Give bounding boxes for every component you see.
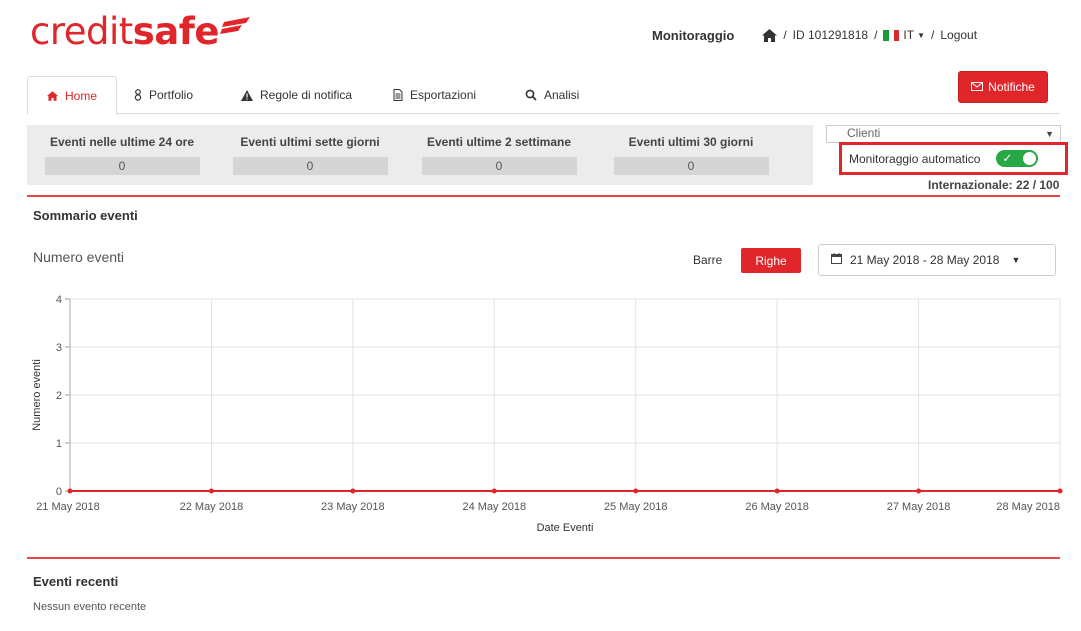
- logo-swoosh-icon: [219, 17, 250, 34]
- x-axis-label: Date Eventi: [537, 522, 594, 534]
- x-tick-label: 28 May 2018: [996, 501, 1060, 513]
- recent-events-empty: Nessun evento recente: [33, 601, 147, 613]
- data-point: [208, 488, 214, 494]
- logout-link[interactable]: Logout: [940, 28, 977, 42]
- notifications-button[interactable]: Notifiche: [958, 71, 1048, 103]
- event-stats-panel: Eventi nelle ultime 24 ore 0 Eventi ulti…: [27, 125, 813, 185]
- tab-analisi[interactable]: Analisi: [513, 76, 591, 114]
- auto-monitoring-toggle-box: Monitoraggio automatico ✓: [839, 142, 1068, 175]
- envelope-icon: [971, 80, 984, 94]
- x-tick-label: 26 May 2018: [745, 501, 809, 513]
- lines-view-button[interactable]: Righe: [741, 248, 801, 273]
- language-selector[interactable]: IT ▼: [883, 28, 925, 42]
- home-icon: [46, 90, 58, 101]
- events-line-chart: 0 1 2 3 4 21 May 2018 22 May 2018 23 May 2018 24…: [31, 294, 1063, 534]
- language-label: IT: [903, 28, 915, 42]
- clienti-selected: Clienti: [847, 126, 881, 140]
- calendar-icon: [831, 253, 842, 267]
- warning-icon: [241, 89, 253, 101]
- tab-label: Regole di notifica: [260, 88, 353, 102]
- y-tick-label: 0: [56, 486, 62, 498]
- account-id: ID 101291818: [792, 28, 869, 42]
- data-point: [491, 488, 497, 494]
- tab-home[interactable]: Home: [27, 76, 117, 115]
- tab-label: Home: [64, 88, 97, 103]
- tab-regole-di-notifica[interactable]: Regole di notifica: [229, 76, 364, 114]
- date-range-picker[interactable]: 21 May 2018 - 28 May 2018 ▼: [818, 244, 1056, 276]
- y-tick-label: 4: [56, 294, 62, 306]
- x-tick-label: 23 May 2018: [321, 501, 385, 513]
- home-icon[interactable]: [762, 28, 778, 42]
- main-tabs: Home Portfolio Regole di notifica Esport…: [27, 76, 1060, 115]
- stat-value: 0: [44, 157, 200, 175]
- stat-label: Eventi ultime 2 settimane: [426, 135, 572, 149]
- stat-24h: Eventi nelle ultime 24 ore 0: [37, 135, 207, 175]
- stat-2w: Eventi ultime 2 settimane 0: [414, 135, 584, 175]
- check-icon: ✓: [1002, 151, 1013, 165]
- section-monitoraggio[interactable]: Monitoraggio: [652, 28, 734, 43]
- top-navigation: Monitoraggio / ID 101291818 / IT ▼ / Log…: [652, 26, 977, 44]
- logo-text: creditsafe: [30, 10, 219, 53]
- data-point: [633, 488, 639, 494]
- events-chart: 0 1 2 3 4 21 May 2018 22 May 2018 23 May 2018 24…: [0, 285, 1081, 545]
- caret-down-icon: ▼: [1045, 129, 1054, 139]
- creditsafe-logo[interactable]: creditsafe: [30, 10, 254, 58]
- italy-flag-icon: [883, 29, 900, 41]
- stat-value: 0: [421, 157, 577, 175]
- stat-label: Eventi ultimi sette giorni: [240, 135, 380, 149]
- tab-label: Esportazioni: [410, 88, 477, 102]
- caret-down-icon: ▼: [1011, 255, 1021, 265]
- y-tick-label: 3: [56, 342, 62, 354]
- divider: [27, 557, 1060, 559]
- chart-title: Numero eventi: [33, 249, 125, 265]
- tab-esportazioni[interactable]: Esportazioni: [381, 76, 488, 114]
- divider: [27, 195, 1060, 197]
- separator: /: [783, 28, 787, 42]
- recent-events-title: Eventi recenti: [33, 574, 119, 589]
- summary-title: Sommario eventi: [33, 208, 138, 223]
- stat-value: 0: [613, 157, 769, 175]
- tab-label: Portfolio: [149, 88, 194, 102]
- separator: /: [931, 28, 935, 42]
- stat-30d: Eventi ultimi 30 giorni 0: [606, 135, 776, 175]
- y-tick-label: 1: [56, 438, 62, 450]
- data-point: [774, 488, 780, 494]
- international-quota: Internazionale: 22 / 100: [928, 178, 1060, 192]
- portfolio-icon: [134, 89, 142, 101]
- document-icon: [393, 89, 403, 101]
- stat-label: Eventi ultimi 30 giorni: [628, 135, 754, 149]
- y-tick-label: 2: [56, 390, 62, 402]
- stat-label: Eventi nelle ultime 24 ore: [49, 135, 195, 149]
- tab-label: Analisi: [544, 88, 580, 102]
- date-range-value: 21 May 2018 - 28 May 2018: [850, 253, 1000, 267]
- stat-7d: Eventi ultimi sette giorni 0: [225, 135, 395, 175]
- data-point: [1057, 488, 1063, 494]
- x-tick-label: 21 May 2018: [36, 501, 100, 513]
- search-icon: [525, 89, 537, 101]
- x-tick-label: 22 May 2018: [180, 501, 244, 513]
- toggle-knob: [1023, 152, 1037, 165]
- x-tick-label: 24 May 2018: [462, 501, 526, 513]
- notifications-label: Notifiche: [988, 80, 1035, 94]
- data-point: [67, 488, 73, 494]
- separator: /: [874, 28, 878, 42]
- x-tick-label: 25 May 2018: [604, 501, 668, 513]
- stat-value: 0: [232, 157, 388, 175]
- data-point: [916, 488, 922, 494]
- tab-portfolio[interactable]: Portfolio: [122, 76, 205, 114]
- auto-monitoring-label: Monitoraggio automatico: [849, 151, 981, 166]
- caret-down-icon: ▼: [917, 30, 926, 40]
- y-axis-label: Numero eventi: [31, 359, 43, 431]
- auto-monitoring-toggle[interactable]: ✓: [996, 150, 1039, 167]
- clienti-select[interactable]: Clienti ▼: [826, 125, 1061, 143]
- data-point: [350, 488, 356, 494]
- x-tick-label: 27 May 2018: [887, 501, 951, 513]
- bars-view-button[interactable]: Barre: [693, 253, 722, 267]
